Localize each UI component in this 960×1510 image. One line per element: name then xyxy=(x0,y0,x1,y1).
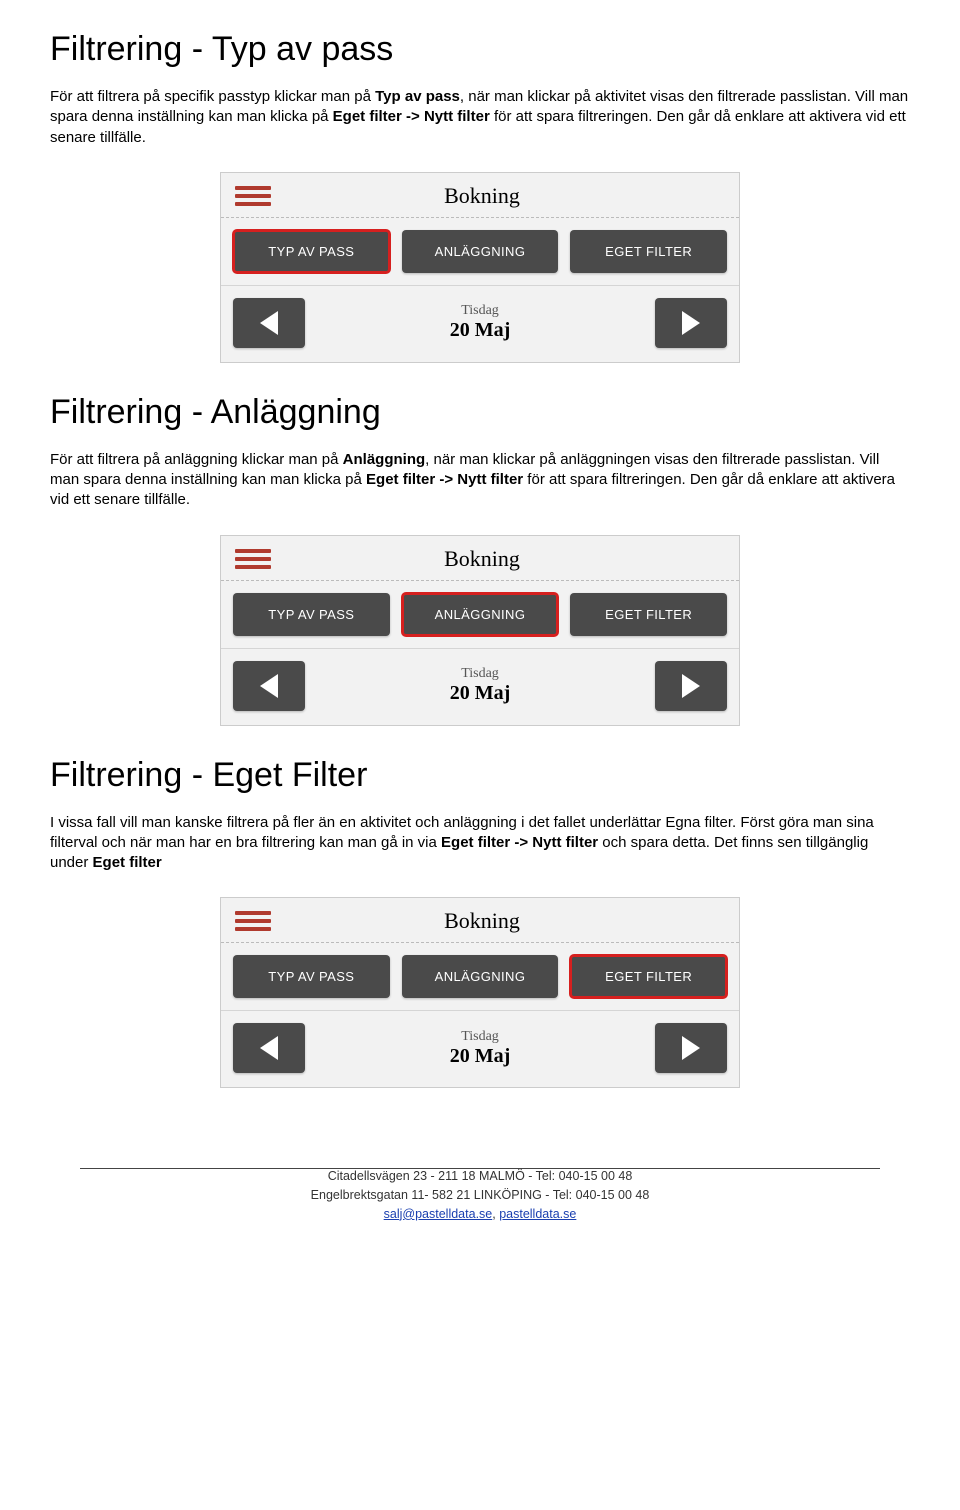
arrow-left-icon xyxy=(260,311,278,335)
footer-line-1: Citadellsvägen 23 - 211 18 MALMÖ - Tel: … xyxy=(50,1167,910,1186)
arrow-right-icon xyxy=(682,311,700,335)
booking-widget-1: Bokning TYP AV PASS ANLÄGGNING EGET FILT… xyxy=(220,172,740,363)
bold-text: Eget filter -> Nytt filter xyxy=(366,471,523,488)
prev-day-button[interactable] xyxy=(233,661,305,711)
text: För att filtrera på specifik passtyp kli… xyxy=(50,88,375,105)
tab-anlaggning[interactable]: ANLÄGGNING xyxy=(402,230,559,273)
date-nav: Tisdag 20 Maj xyxy=(221,286,739,362)
weekday-label: Tisdag xyxy=(305,666,655,682)
text: För att filtrera på anläggning klickar m… xyxy=(50,451,343,468)
section-heading-anlaggning: Filtrering - Anläggning xyxy=(50,393,910,432)
section-heading-typ-av-pass: Filtrering - Typ av pass xyxy=(50,30,910,69)
widget-header: Bokning xyxy=(221,898,739,943)
arrow-left-icon xyxy=(260,1036,278,1060)
footer-line-3: salj@pastelldata.se, pastelldata.se xyxy=(50,1205,910,1224)
tab-eget-filter[interactable]: EGET FILTER xyxy=(570,955,727,998)
bold-text: Eget filter xyxy=(93,854,162,871)
date-label: 20 Maj xyxy=(305,319,655,342)
date-display: Tisdag 20 Maj xyxy=(305,666,655,705)
arrow-left-icon xyxy=(260,674,278,698)
arrow-right-icon xyxy=(682,1036,700,1060)
widget-header: Bokning xyxy=(221,173,739,218)
tab-typ-av-pass[interactable]: TYP AV PASS xyxy=(233,230,390,273)
hamburger-icon[interactable] xyxy=(235,911,271,931)
date-display: Tisdag 20 Maj xyxy=(305,1029,655,1068)
footer-line-2: Engelbrektsgatan 11- 582 21 LINKÖPING - … xyxy=(50,1186,910,1205)
bold-text: Eget filter -> Nytt filter xyxy=(333,108,490,125)
bold-text: Eget filter -> Nytt filter xyxy=(441,834,598,851)
bold-text: Anläggning xyxy=(343,451,426,468)
widget-title: Bokning xyxy=(283,546,725,572)
bold-text: Typ av pass xyxy=(375,88,460,105)
date-display: Tisdag 20 Maj xyxy=(305,303,655,342)
filter-tabs: TYP AV PASS ANLÄGGNING EGET FILTER xyxy=(221,581,739,649)
widget-header: Bokning xyxy=(221,536,739,581)
section3-paragraph: I vissa fall vill man kanske filtrera på… xyxy=(50,813,910,874)
filter-tabs: TYP AV PASS ANLÄGGNING EGET FILTER xyxy=(221,218,739,286)
page-footer: Citadellsvägen 23 - 211 18 MALMÖ - Tel: … xyxy=(50,1168,910,1223)
date-label: 20 Maj xyxy=(305,1045,655,1068)
section1-paragraph: För att filtrera på specifik passtyp kli… xyxy=(50,87,910,148)
tab-typ-av-pass[interactable]: TYP AV PASS xyxy=(233,955,390,998)
tab-eget-filter[interactable]: EGET FILTER xyxy=(570,230,727,273)
footer-site-link[interactable]: pastelldata.se xyxy=(499,1207,576,1221)
date-nav: Tisdag 20 Maj xyxy=(221,1011,739,1087)
prev-day-button[interactable] xyxy=(233,298,305,348)
tab-typ-av-pass[interactable]: TYP AV PASS xyxy=(233,593,390,636)
next-day-button[interactable] xyxy=(655,661,727,711)
widget-title: Bokning xyxy=(283,908,725,934)
filter-tabs: TYP AV PASS ANLÄGGNING EGET FILTER xyxy=(221,943,739,1011)
booking-widget-2: Bokning TYP AV PASS ANLÄGGNING EGET FILT… xyxy=(220,535,740,726)
footer-email-link[interactable]: salj@pastelldata.se xyxy=(384,1207,493,1221)
hamburger-icon[interactable] xyxy=(235,186,271,206)
tab-anlaggning[interactable]: ANLÄGGNING xyxy=(402,593,559,636)
widget-title: Bokning xyxy=(283,183,725,209)
section-heading-eget-filter: Filtrering - Eget Filter xyxy=(50,756,910,795)
tab-anlaggning[interactable]: ANLÄGGNING xyxy=(402,955,559,998)
booking-widget-3: Bokning TYP AV PASS ANLÄGGNING EGET FILT… xyxy=(220,897,740,1088)
weekday-label: Tisdag xyxy=(305,303,655,319)
hamburger-icon[interactable] xyxy=(235,549,271,569)
prev-day-button[interactable] xyxy=(233,1023,305,1073)
next-day-button[interactable] xyxy=(655,1023,727,1073)
arrow-right-icon xyxy=(682,674,700,698)
section2-paragraph: För att filtrera på anläggning klickar m… xyxy=(50,450,910,511)
next-day-button[interactable] xyxy=(655,298,727,348)
tab-eget-filter[interactable]: EGET FILTER xyxy=(570,593,727,636)
weekday-label: Tisdag xyxy=(305,1029,655,1045)
date-label: 20 Maj xyxy=(305,682,655,705)
date-nav: Tisdag 20 Maj xyxy=(221,649,739,725)
